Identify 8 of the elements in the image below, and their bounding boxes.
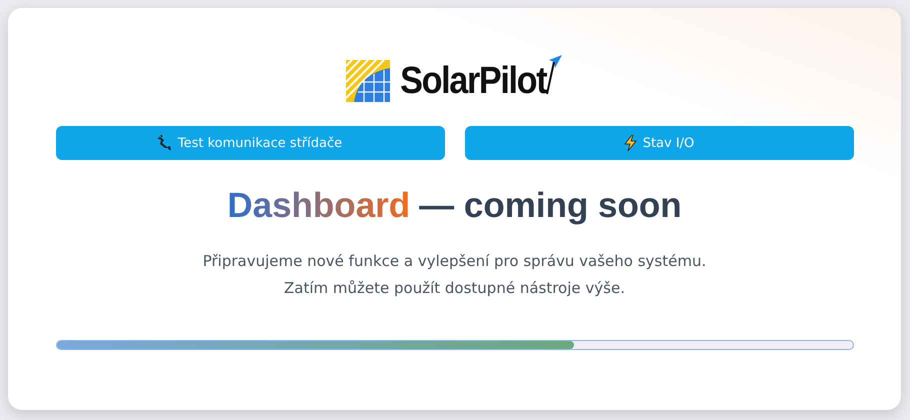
solar-panel-icon [346,60,390,102]
action-button[interactable]: Stav I/O [464,126,854,160]
description-text: Zatím můžete použít dostupné nástroje výše. [283,278,626,299]
description-text: Připravujeme nové funkce a vylepšení pro správu vašeho systému. [202,251,706,272]
action-button[interactable]: Test komunikace střídače [56,126,444,160]
lightning-icon [624,135,637,151]
logo-text: SolarPilot [400,60,547,102]
heading-text: — coming soon [419,186,682,226]
